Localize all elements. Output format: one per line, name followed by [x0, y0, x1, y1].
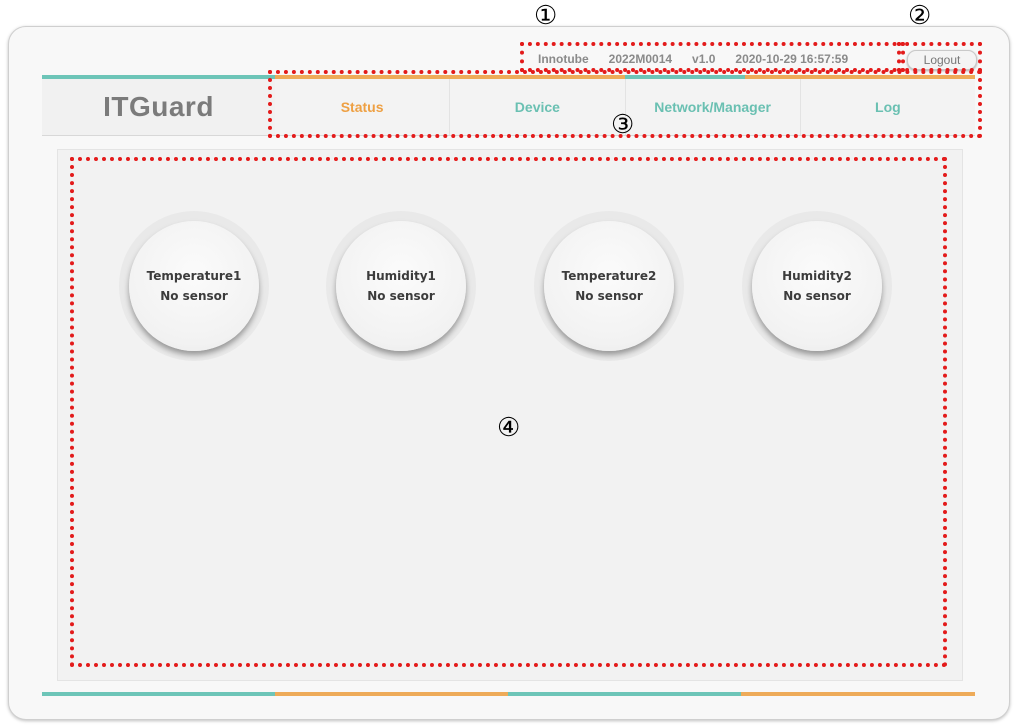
annotation-number-2: ② [908, 1, 932, 31]
bottom-accent-strip [741, 692, 975, 696]
app-logo: ITGuard [103, 91, 214, 122]
logo-area: ITGuard [42, 79, 275, 136]
annotation-number-1: ① [534, 1, 558, 31]
annotation-box-info [520, 42, 905, 72]
annotation-box-content [70, 157, 947, 667]
annotation-box-logout [897, 42, 982, 72]
annotation-number-4: ④ [497, 413, 521, 443]
bottom-accent-strip [42, 692, 275, 696]
annotation-number-3: ③ [611, 110, 635, 140]
bottom-accent-strip [275, 692, 508, 696]
bottom-accent-strip [508, 692, 741, 696]
